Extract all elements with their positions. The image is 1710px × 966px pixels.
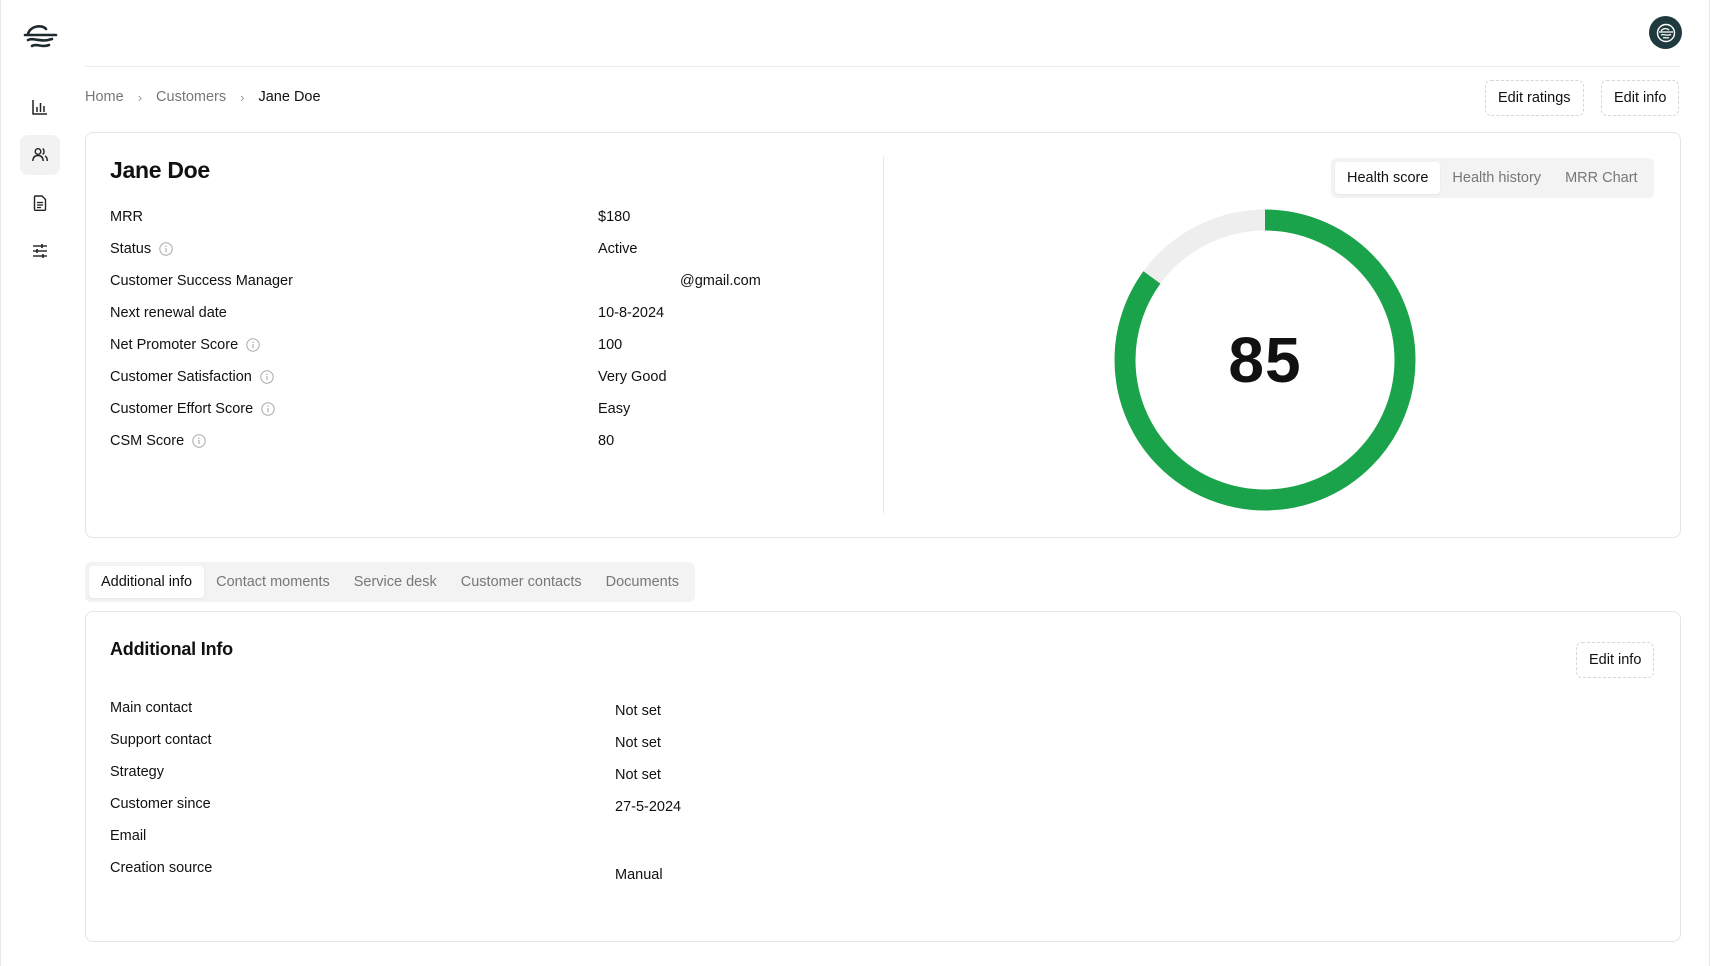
info-icon[interactable] [260, 370, 274, 384]
tab-mrr-chart[interactable]: MRR Chart [1553, 162, 1650, 194]
info-value: Not set [615, 767, 661, 783]
chevron-right-icon: › [240, 89, 245, 105]
header-divider [85, 66, 1681, 67]
sidebar-item-documents[interactable] [20, 183, 60, 223]
field-row: Customer Success Manager @gmail.com [110, 273, 850, 293]
users-icon [32, 148, 48, 162]
tab-customer-contacts[interactable]: Customer contacts [449, 566, 594, 598]
detail-tabs: Additional info Contact moments Service … [85, 562, 695, 602]
breadcrumb-customers[interactable]: Customers [156, 89, 226, 105]
sidebar-item-settings[interactable] [20, 231, 60, 271]
info-row: Creation source Manual [110, 860, 850, 883]
sidebar-item-analytics[interactable] [20, 87, 60, 127]
info-label: Strategy [110, 764, 164, 780]
customer-name: Jane Doe [110, 157, 210, 183]
field-row: Customer Effort Score Easy [110, 401, 850, 421]
field-value: $180 [598, 209, 631, 225]
field-label-text: Customer Satisfaction [110, 369, 252, 385]
field-label: Customer Satisfaction [110, 369, 274, 385]
info-row: Support contact Not set [110, 732, 850, 752]
tab-additional-info[interactable]: Additional info [89, 566, 205, 598]
health-score-gauge: 85 [1113, 208, 1417, 512]
field-label: CSM Score [110, 433, 206, 449]
section-title: Additional Info [110, 639, 233, 659]
sliders-icon [33, 244, 47, 258]
customer-overview-card: Jane Doe MRR $180 Status Active Customer Suc… [85, 132, 1681, 538]
info-value: Not set [615, 703, 661, 719]
edit-info-button[interactable]: Edit info [1601, 80, 1680, 116]
field-label-text: Next renewal date [110, 305, 227, 321]
tab-health-score[interactable]: Health score [1335, 162, 1441, 194]
field-label: Net Promoter Score [110, 337, 260, 353]
tab-contact-moments[interactable]: Contact moments [204, 566, 342, 598]
field-value: 100 [598, 337, 623, 353]
field-label: MRR [110, 209, 143, 225]
sidebar-item-customers[interactable] [20, 135, 60, 175]
waves-logo-icon[interactable] [22, 20, 58, 52]
field-value: Very Good [598, 369, 667, 385]
additional-info-card: Additional Info Edit info Main contact No… [85, 611, 1681, 942]
info-row: Main contact Not set [110, 700, 850, 720]
field-value: @gmail.com [680, 273, 761, 289]
health-score-value: 85 [1228, 324, 1302, 396]
info-row: Strategy Not set [110, 764, 850, 784]
info-icon[interactable] [246, 338, 260, 352]
info-icon[interactable] [159, 242, 173, 256]
info-icon[interactable] [192, 434, 206, 448]
user-avatar[interactable] [1649, 16, 1682, 49]
field-label: Next renewal date [110, 305, 227, 321]
waves-logo-icon [1656, 23, 1675, 42]
field-row: MRR $180 [110, 209, 850, 229]
field-value: Easy [598, 401, 631, 417]
field-label-text: Customer Effort Score [110, 401, 254, 417]
info-label: Customer since [110, 796, 211, 812]
info-value: Not set [615, 735, 661, 751]
tab-health-history[interactable]: Health history [1440, 162, 1553, 194]
health-tabs: Health score Health history MRR Chart [1331, 158, 1654, 198]
field-label-text: MRR [110, 209, 144, 225]
info-row: Email [110, 828, 850, 848]
field-row: Status Active [110, 241, 850, 261]
tab-service-desk[interactable]: Service desk [342, 566, 449, 598]
field-row: Customer Satisfaction Very Good [110, 369, 850, 389]
info-label: Email [110, 828, 147, 844]
info-row: Customer since 27-5-2024 [110, 796, 850, 816]
tab-documents[interactable]: Documents [594, 566, 691, 598]
field-label-text: CSM Score [110, 433, 185, 449]
field-row: Net Promoter Score 100 [110, 337, 850, 357]
field-label-text: Status [110, 241, 152, 257]
edit-ratings-button[interactable]: Edit ratings [1485, 80, 1584, 116]
field-value: 80 [598, 433, 615, 449]
info-label: Main contact [110, 700, 193, 716]
field-row: Next renewal date 10-8-2024 [110, 305, 850, 325]
field-value: 10-8-2024 [598, 305, 665, 321]
field-label-text: Net Promoter Score [110, 337, 239, 353]
info-icon[interactable] [261, 402, 275, 416]
breadcrumb: Home › Customers › Jane Doe [85, 89, 321, 105]
info-value: 27-5-2024 [615, 799, 682, 815]
edit-additional-info-button[interactable]: Edit info [1576, 642, 1655, 678]
field-label-text: Customer Success Manager [110, 273, 293, 289]
field-value: Active [598, 241, 638, 257]
chevron-right-icon: › [137, 89, 143, 105]
info-label: Support contact [110, 732, 212, 748]
field-label: Customer Success Manager [110, 273, 293, 289]
breadcrumb-home[interactable]: Home [85, 89, 124, 105]
field-row: CSM Score 80 [110, 433, 850, 453]
field-label: Customer Effort Score [110, 401, 275, 417]
info-value: Manual [615, 867, 663, 883]
vertical-divider [883, 157, 884, 513]
breadcrumb-current: Jane Doe [258, 89, 321, 105]
info-label: Creation source [110, 860, 213, 876]
field-label: Status [110, 241, 173, 257]
bar-chart-icon [32, 100, 47, 115]
document-icon [33, 195, 47, 211]
